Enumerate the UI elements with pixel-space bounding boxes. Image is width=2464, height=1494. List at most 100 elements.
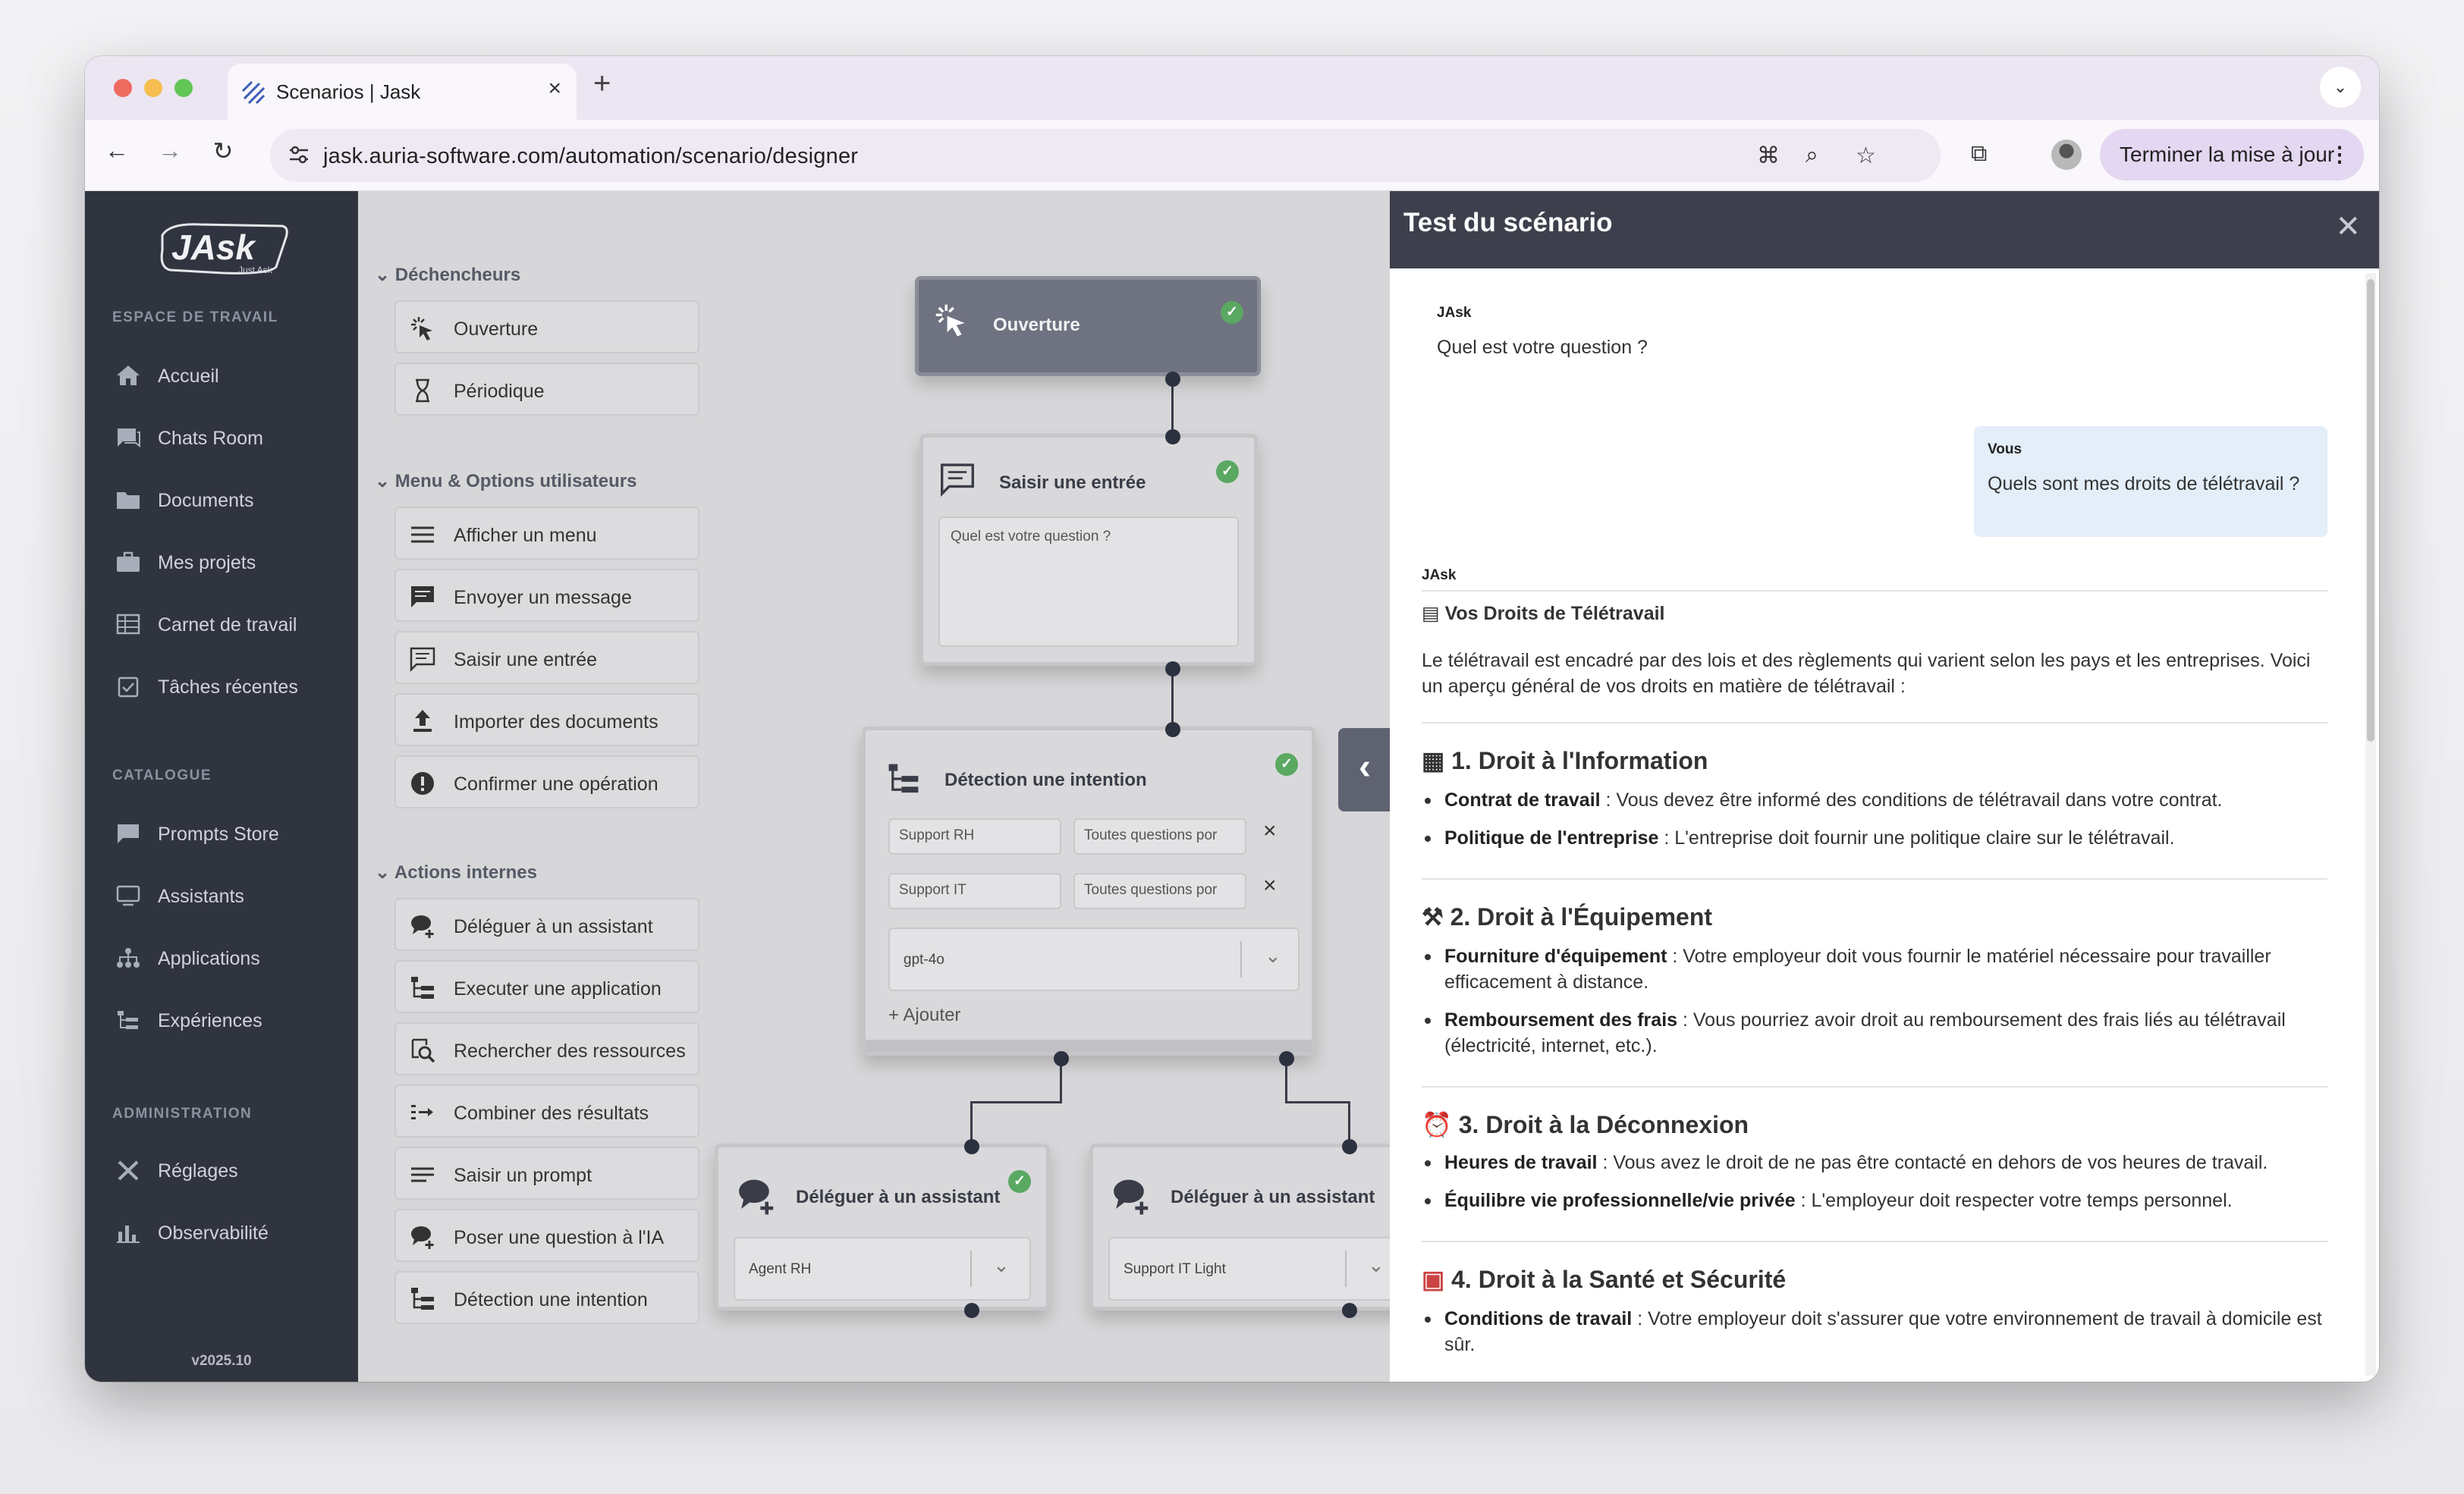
- site-settings-icon[interactable]: [287, 143, 311, 167]
- add-intent-button[interactable]: + Ajouter: [888, 1005, 960, 1026]
- assistant-select[interactable]: Agent RH ⌄: [734, 1237, 1031, 1301]
- user-message: Quels sont mes droits de télétravail ?: [1988, 473, 2300, 494]
- browser-tab[interactable]: Scenarios | Jask ×: [228, 64, 577, 120]
- palette-item-combiner-resultats[interactable]: Combiner des résultats: [394, 1084, 699, 1138]
- sidebar-item-applications[interactable]: Applications: [115, 939, 343, 977]
- tab-close-icon[interactable]: ×: [548, 76, 561, 102]
- remove-intent-icon[interactable]: ×: [1263, 873, 1277, 899]
- sidebar-item-reglages[interactable]: Réglages: [115, 1151, 343, 1189]
- palette-label: Déléguer à un assistant: [454, 916, 653, 937]
- palette-item-importer-des-documents[interactable]: Importer des documents: [394, 693, 699, 746]
- palette-item-ouverture[interactable]: Ouverture: [394, 300, 699, 353]
- intent-name-input[interactable]: Support IT: [888, 873, 1061, 909]
- sidebar-item-documents[interactable]: Documents: [115, 481, 343, 519]
- translate-icon[interactable]: ⌘: [1757, 143, 1780, 169]
- palette-label: Saisir un prompt: [454, 1165, 592, 1186]
- menu-lines-icon: [411, 526, 434, 543]
- minimize-window-button[interactable]: [144, 79, 162, 97]
- item-bold: Conditions de travail: [1444, 1308, 1633, 1329]
- node-connector[interactable]: [1342, 1303, 1357, 1318]
- question-textarea[interactable]: Quel est votre question ?: [938, 516, 1239, 647]
- reload-button[interactable]: ↻: [206, 137, 240, 165]
- intent-desc-input[interactable]: Toutes questions por: [1073, 873, 1246, 909]
- palette-item-confirmer-une-operation[interactable]: Confirmer une opération: [394, 755, 699, 808]
- sidebar-item-experiences[interactable]: Expériences: [115, 1001, 343, 1039]
- maximize-window-button[interactable]: [174, 79, 193, 97]
- update-label: Terminer la mise à jour: [2120, 143, 2335, 166]
- divider: [1422, 722, 2327, 723]
- sidebar-item-prompts-store[interactable]: Prompts Store: [115, 814, 343, 852]
- sidebar-item-chats-room[interactable]: Chats Room: [115, 419, 343, 457]
- palette-item-periodique[interactable]: Périodique: [394, 363, 699, 416]
- profile-avatar[interactable]: [2051, 140, 2082, 170]
- chat-transcript[interactable]: JAsk Quel est votre question ? Vous Quel…: [1390, 268, 2361, 1382]
- prompt-icon: [118, 824, 139, 843]
- node-connector[interactable]: [1279, 1051, 1294, 1066]
- section-heading: ⚒ 2. Droit à l'Équipement: [1422, 902, 1712, 931]
- jask-logo[interactable]: JAsk Just Ask: [155, 220, 291, 281]
- node-connector[interactable]: [964, 1303, 979, 1318]
- remove-intent-icon[interactable]: ×: [1263, 818, 1277, 844]
- model-select[interactable]: gpt-4o ⌄: [888, 927, 1300, 991]
- palette-item-deleguer-assistant[interactable]: Déléguer à un assistant: [394, 898, 699, 951]
- node-detection-intention[interactable]: Détection une intention ✓ Support RH Tou…: [862, 727, 1315, 1056]
- intent-name-input[interactable]: Support RH: [888, 818, 1061, 855]
- palette-item-saisir-prompt[interactable]: Saisir un prompt: [394, 1147, 699, 1200]
- palette-item-poser-question-ia[interactable]: Poser une question à l'IA: [394, 1209, 699, 1262]
- back-button[interactable]: ←: [100, 137, 134, 165]
- extensions-icon[interactable]: ⧉: [1971, 141, 1987, 167]
- node-deleguer-assistant-1[interactable]: Déléguer à un assistant ✓ Agent RH ⌄: [715, 1144, 1050, 1310]
- chevron-down-icon[interactable]: ⌄: [1265, 944, 1281, 968]
- palette-item-detection-intention[interactable]: Détection une intention: [394, 1271, 699, 1324]
- node-connector[interactable]: [1342, 1139, 1357, 1154]
- browser-toolbar: ← → ↻ jask.auria-software.com/automation…: [85, 120, 2379, 191]
- sidebar-item-accueil[interactable]: Accueil: [115, 356, 343, 394]
- node-ouverture[interactable]: Ouverture ✓: [915, 276, 1261, 376]
- group-actions-internes[interactable]: ⌄ Actions internes: [375, 862, 537, 884]
- scrollbar-thumb[interactable]: [2367, 279, 2374, 742]
- node-saisir-une-entree[interactable]: Saisir une entrée ✓ Quel est votre quest…: [919, 434, 1258, 666]
- tab-search-button[interactable]: ⌄: [2320, 67, 2361, 108]
- forward-button[interactable]: →: [153, 137, 187, 165]
- node-deleguer-assistant-2[interactable]: Déléguer à un assistant Support IT Light…: [1089, 1144, 1425, 1310]
- node-connector[interactable]: [964, 1139, 979, 1154]
- node-connector[interactable]: [1165, 722, 1180, 737]
- palette-item-afficher-un-menu[interactable]: Afficher un menu: [394, 507, 699, 560]
- intent-desc-input[interactable]: Toutes questions por: [1073, 818, 1246, 855]
- sidebar-item-taches-recentes[interactable]: Tâches récentes: [115, 667, 343, 705]
- close-window-button[interactable]: [114, 79, 132, 97]
- item-bold: Remboursement des frais: [1444, 1009, 1678, 1031]
- node-connector[interactable]: [1165, 372, 1180, 387]
- node-connector[interactable]: [1165, 429, 1180, 444]
- sidebar-item-observabilite[interactable]: Observabilité: [115, 1213, 343, 1251]
- node-title: Déléguer à un assistant: [1171, 1187, 1375, 1207]
- bookmark-star-icon[interactable]: ☆: [1856, 143, 1876, 169]
- node-connector[interactable]: [1165, 661, 1180, 676]
- palette-item-rechercher-ressources[interactable]: Rechercher des ressources: [394, 1022, 699, 1075]
- zoom-icon[interactable]: ⌕: [1806, 143, 1818, 168]
- list-item: Politique de l'entreprise : L'entreprise…: [1425, 825, 2327, 851]
- address-bar[interactable]: jask.auria-software.com/automation/scena…: [270, 129, 1941, 182]
- cursor-click-icon: [935, 304, 965, 337]
- node-connector[interactable]: [1054, 1051, 1069, 1066]
- item-bold: Fourniture d'équipement: [1444, 946, 1667, 967]
- more-menu-icon[interactable]: ⋮: [2329, 129, 2350, 180]
- update-button[interactable]: Terminer la mise à jour ⋮: [2100, 129, 2364, 180]
- check-icon: ✓: [1275, 753, 1298, 776]
- group-triggers[interactable]: ⌄ Déchencheurs: [375, 264, 520, 286]
- chevron-down-icon[interactable]: ⌄: [993, 1254, 1010, 1277]
- group-menu-options[interactable]: ⌄ Menu & Options utilisateurs: [375, 470, 636, 492]
- assistant-select[interactable]: Support IT Light ⌄: [1108, 1237, 1406, 1301]
- palette-item-envoyer-un-message[interactable]: Envoyer un message: [394, 569, 699, 622]
- palette-item-executer-application[interactable]: Executer une application: [394, 960, 699, 1013]
- chevron-down-icon[interactable]: ⌄: [1368, 1254, 1384, 1277]
- sidebar-item-mes-projets[interactable]: Mes projets: [115, 543, 343, 581]
- sidebar-item-carnet-de-travail[interactable]: Carnet de travail: [115, 605, 343, 643]
- scenario-designer-canvas[interactable]: ⌄ Déchencheurs Ouverture Périodique ⌄ Me…: [358, 191, 1425, 1382]
- close-icon[interactable]: ✕: [2335, 209, 2361, 244]
- palette-item-saisir-une-entree[interactable]: Saisir une entrée: [394, 631, 699, 684]
- sidebar-item-assistants[interactable]: Assistants: [115, 877, 343, 915]
- new-tab-button[interactable]: +: [593, 67, 611, 101]
- assistant-value: Agent RH: [749, 1261, 812, 1277]
- collapse-panel-button[interactable]: ‹: [1338, 728, 1391, 811]
